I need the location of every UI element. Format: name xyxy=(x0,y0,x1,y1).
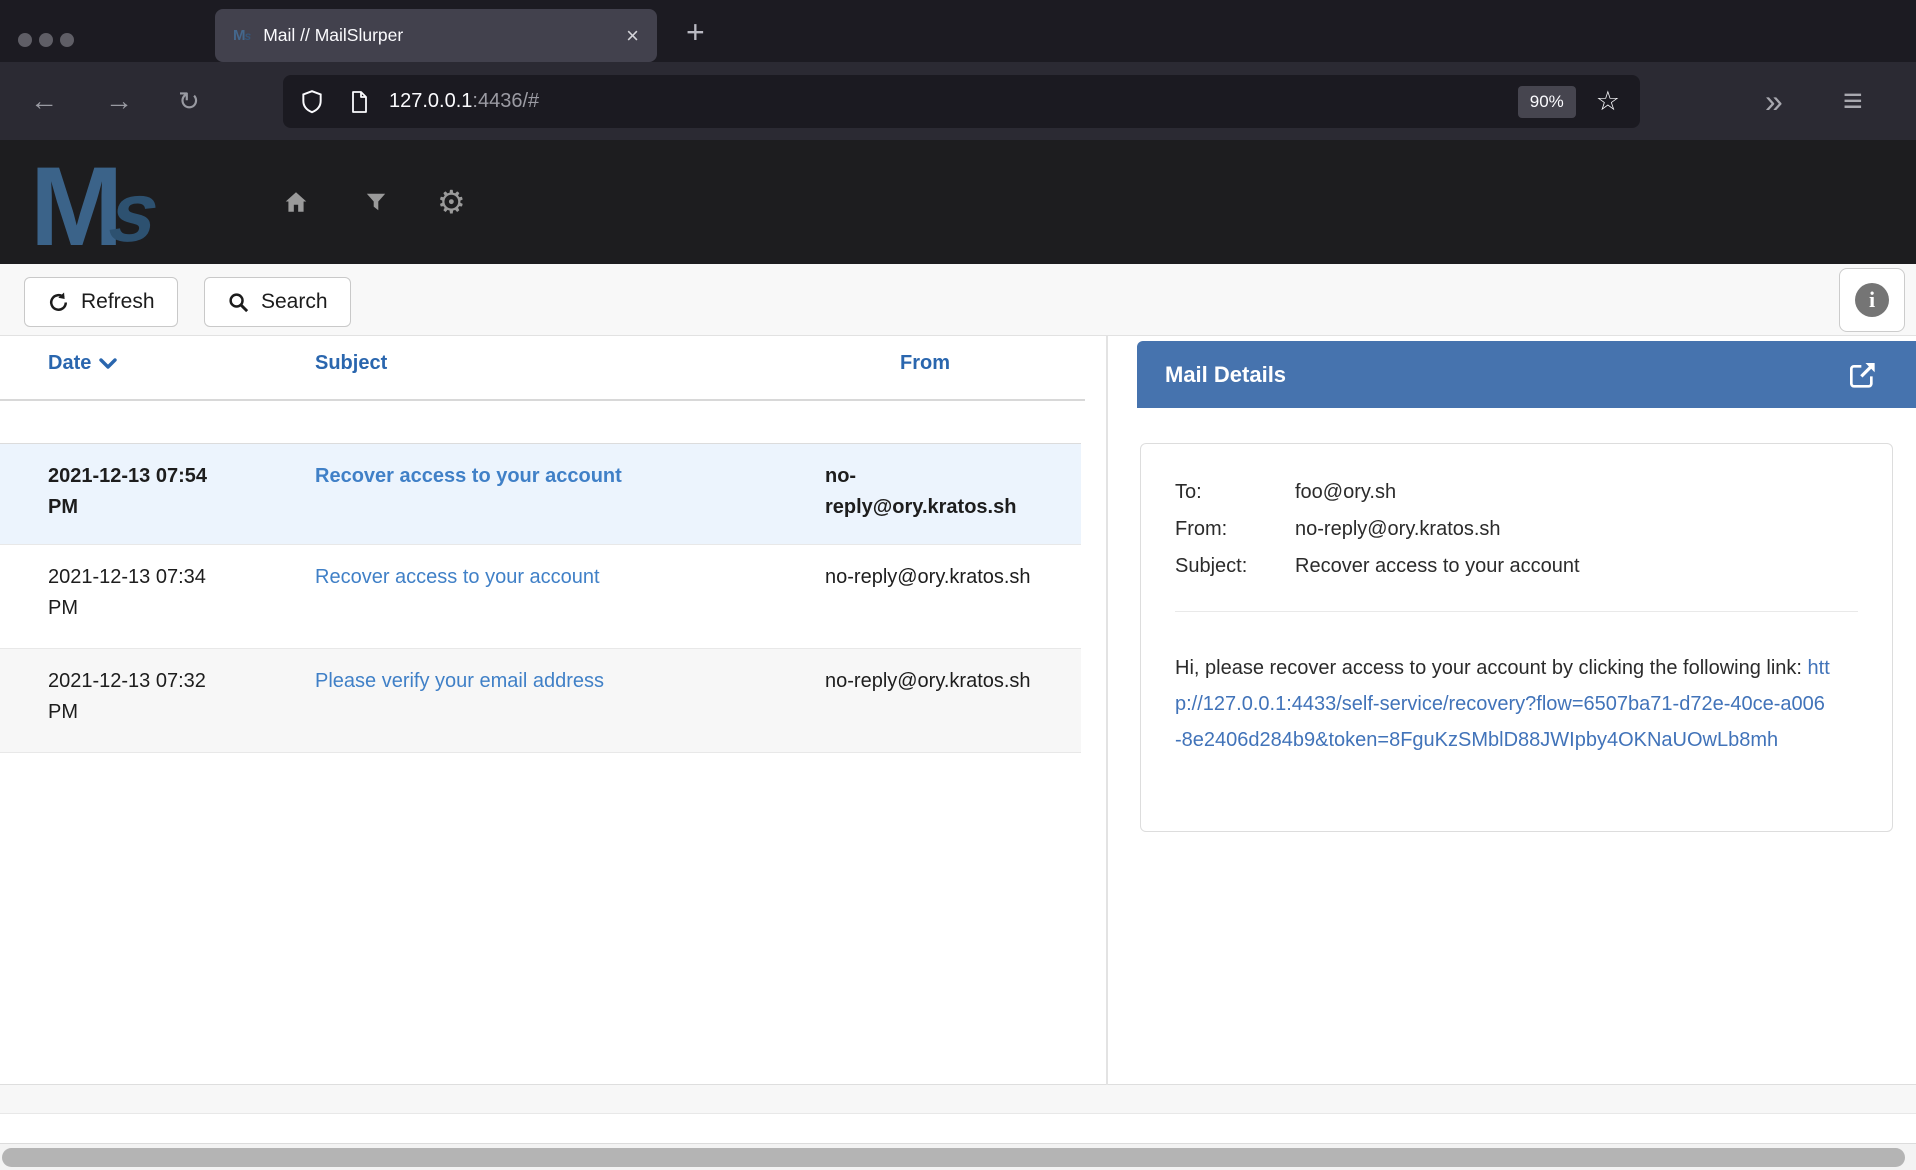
window-controls[interactable] xyxy=(18,33,74,47)
settings-gear-icon[interactable]: ⚙ xyxy=(437,140,466,264)
scrollbar-thumb[interactable] xyxy=(2,1148,1905,1167)
mail-from: no-reply@ory.kratos.sh xyxy=(825,461,1043,523)
mail-body-text: Hi, please recover access to your accoun… xyxy=(1175,657,1808,679)
shield-icon[interactable] xyxy=(299,88,325,116)
mailslurper-window: Ms Mail // MailSlurper × + ← → ↻ 127.0.0… xyxy=(0,0,1916,1170)
mail-rows: 2021-12-13 07:54 PM Recover access to yo… xyxy=(0,443,1081,753)
reload-icon[interactable]: ↻ xyxy=(178,62,200,140)
mail-date: 2021-12-13 07:32 PM xyxy=(48,666,230,728)
horizontal-scrollbar[interactable] xyxy=(0,1143,1916,1170)
column-header-from[interactable]: From xyxy=(900,352,950,375)
page-info-icon[interactable] xyxy=(347,89,371,115)
mail-row[interactable]: 2021-12-13 07:34 PM Recover access to yo… xyxy=(0,545,1081,649)
subject-value: Recover access to your account xyxy=(1295,548,1580,585)
to-value: foo@ory.sh xyxy=(1295,474,1396,511)
app-toolbar: Refresh Search i xyxy=(0,264,1916,336)
subject-label: Subject: xyxy=(1175,548,1295,585)
menu-hamburger-icon[interactable]: ≡ xyxy=(1843,62,1863,140)
window-control-dot[interactable] xyxy=(39,33,53,47)
mail-subject-link[interactable]: Recover access to your account xyxy=(315,566,600,588)
new-tab-button[interactable]: + xyxy=(686,14,705,51)
browser-tab[interactable]: Ms Mail // MailSlurper × xyxy=(215,9,657,62)
mail-row[interactable]: 2021-12-13 07:32 PM Please verify your e… xyxy=(0,649,1081,753)
refresh-icon xyxy=(47,291,70,314)
mail-body: Hi, please recover access to your accoun… xyxy=(1175,650,1830,758)
refresh-label: Refresh xyxy=(81,290,155,314)
tab-title: Mail // MailSlurper xyxy=(263,25,626,46)
from-label: From: xyxy=(1175,511,1295,548)
info-button[interactable]: i xyxy=(1839,268,1905,332)
mailslurper-logo: Ms xyxy=(30,142,158,264)
mail-from: no-reply@ory.kratos.sh xyxy=(825,666,1043,697)
search-button[interactable]: Search xyxy=(204,277,351,327)
filter-icon[interactable] xyxy=(365,140,387,264)
open-external-icon[interactable] xyxy=(1846,359,1878,391)
field-from: From: no-reply@ory.kratos.sh xyxy=(1175,511,1858,548)
app-navbar: Ms ⚙ xyxy=(0,140,1916,264)
home-icon[interactable] xyxy=(282,140,310,264)
bookmark-star-icon[interactable]: ☆ xyxy=(1596,86,1620,117)
mail-from: no-reply@ory.kratos.sh xyxy=(825,562,1043,593)
footer-strip xyxy=(0,1085,1916,1114)
card-divider xyxy=(1175,611,1858,612)
browser-tab-bar: Ms Mail // MailSlurper × + xyxy=(0,0,1916,62)
overflow-chevrons-icon[interactable]: » xyxy=(1765,62,1783,140)
mail-details-card: To: foo@ory.sh From: no-reply@ory.kratos… xyxy=(1140,443,1893,832)
search-icon xyxy=(227,291,250,314)
field-to: To: foo@ory.sh xyxy=(1175,474,1858,511)
footer-strip-white xyxy=(0,1115,1916,1143)
from-value: no-reply@ory.kratos.sh xyxy=(1295,511,1501,548)
window-control-dot[interactable] xyxy=(60,33,74,47)
mail-date: 2021-12-13 07:34 PM xyxy=(48,562,230,624)
forward-icon[interactable]: → xyxy=(105,62,133,140)
search-label: Search xyxy=(261,290,328,314)
mail-date: 2021-12-13 07:54 PM xyxy=(48,461,230,523)
mail-row-selected[interactable]: 2021-12-13 07:54 PM Recover access to yo… xyxy=(0,443,1081,545)
header-divider xyxy=(0,399,1085,401)
mail-list-panel: Date Subject From 2021-12-13 07:54 PM Re… xyxy=(0,336,1085,1085)
mailslurper-favicon: Ms xyxy=(233,27,250,44)
tab-close-button[interactable]: × xyxy=(626,25,639,47)
window-control-dot[interactable] xyxy=(18,33,32,47)
column-header-date[interactable]: Date xyxy=(48,352,117,375)
to-label: To: xyxy=(1175,474,1295,511)
url-text[interactable]: 127.0.0.1:4436/# xyxy=(389,90,1518,113)
url-bar[interactable]: 127.0.0.1:4436/# 90% ☆ xyxy=(283,75,1640,128)
field-subject: Subject: Recover access to your account xyxy=(1175,548,1858,585)
refresh-button[interactable]: Refresh xyxy=(24,277,178,327)
mail-subject-link[interactable]: Recover access to your account xyxy=(315,465,622,487)
panel-divider xyxy=(1106,336,1108,1114)
back-icon[interactable]: ← xyxy=(30,62,58,140)
chevron-down-icon xyxy=(99,358,117,370)
mail-details-header: Mail Details xyxy=(1137,341,1916,408)
column-header-subject[interactable]: Subject xyxy=(315,352,387,375)
browser-nav-toolbar: ← → ↻ 127.0.0.1:4436/# 90% ☆ » ≡ xyxy=(0,62,1916,140)
mail-subject-link[interactable]: Please verify your email address xyxy=(315,670,604,692)
info-icon: i xyxy=(1855,283,1889,317)
mail-details-title: Mail Details xyxy=(1165,362,1846,388)
zoom-level-badge[interactable]: 90% xyxy=(1518,86,1576,118)
